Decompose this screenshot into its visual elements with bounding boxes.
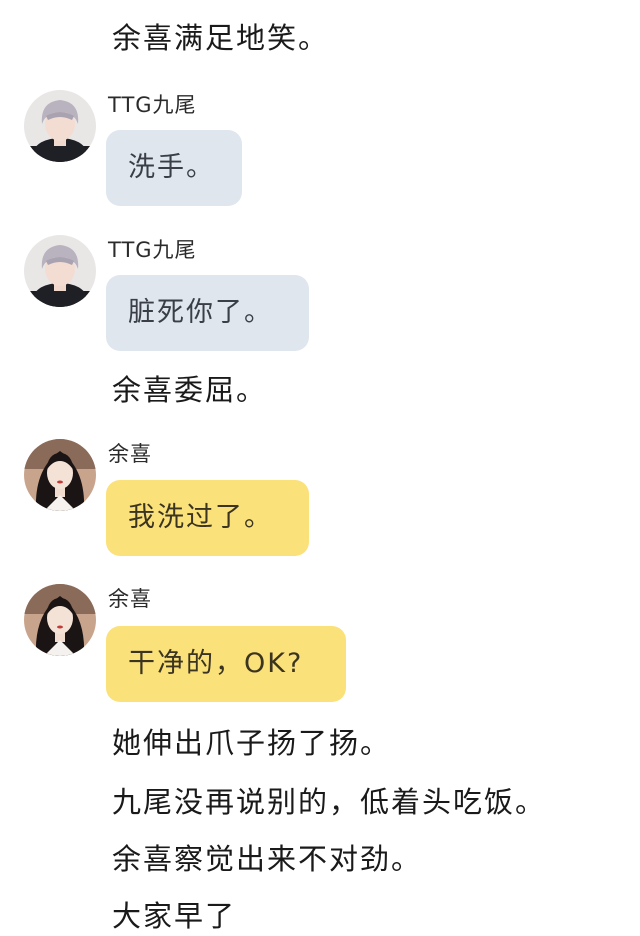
- narration-line: 余喜满足地笑。: [112, 21, 330, 55]
- sender-name: TTG九尾: [108, 93, 197, 117]
- narration-line: 余喜察觉出来不对劲。: [112, 842, 423, 876]
- male-avatar-icon: [24, 90, 96, 162]
- avatar[interactable]: [24, 235, 96, 307]
- narration-line: 余喜委屈。: [112, 373, 268, 407]
- female-avatar-icon: [24, 439, 96, 511]
- narration-line: 大家早了: [112, 899, 237, 933]
- avatar[interactable]: [24, 439, 96, 511]
- message-bubble[interactable]: 我洗过了。: [106, 480, 309, 556]
- sender-name: 余喜: [108, 442, 152, 466]
- avatar[interactable]: [24, 90, 96, 162]
- sender-name: TTG九尾: [108, 238, 197, 262]
- message-bubble[interactable]: 洗手。: [106, 130, 242, 206]
- narration-line: 九尾没再说别的，低着头吃饭。: [112, 785, 547, 819]
- male-avatar-icon: [24, 235, 96, 307]
- message-bubble[interactable]: 脏死你了。: [106, 275, 309, 351]
- avatar[interactable]: [24, 584, 96, 656]
- message-bubble[interactable]: 干净的，OK?: [106, 626, 346, 702]
- female-avatar-icon: [24, 584, 96, 656]
- sender-name: 余喜: [108, 587, 152, 611]
- narration-line: 她伸出爪子扬了扬。: [112, 726, 392, 760]
